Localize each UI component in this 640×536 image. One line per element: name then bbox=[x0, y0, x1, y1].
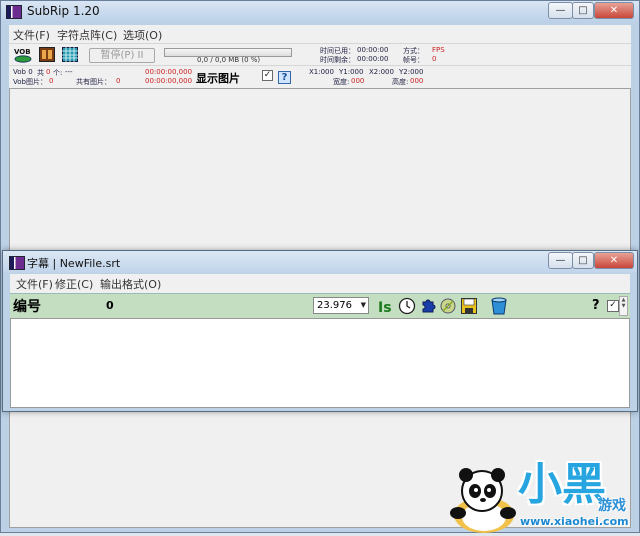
height-label: 高度: bbox=[392, 78, 409, 86]
subtitle-maximize-button[interactable]: □ bbox=[572, 252, 594, 269]
main-window-title: SubRip 1.20 bbox=[27, 4, 100, 18]
subtitle-window: 字幕 | NewFile.srt — □ ✕ 文件(F) 修正(C) 输出格式(… bbox=[2, 250, 638, 412]
time-left-value: 00:00:00 bbox=[357, 55, 389, 63]
menu-file[interactable]: 文件(F) bbox=[13, 27, 50, 43]
fps-select[interactable]: 23.976 ▼ bbox=[313, 297, 369, 314]
save-icon[interactable] bbox=[461, 298, 477, 314]
menu-charmatrix[interactable]: 字符点阵(C) bbox=[57, 27, 117, 43]
time-left-label: 时间剩余： bbox=[320, 56, 355, 64]
height-value: 000 bbox=[410, 77, 424, 85]
main-toolbar: VOB 暂停(P) II 0,0 / 0,0 MB (0 %) 时间已用： 00… bbox=[9, 43, 631, 66]
help-button[interactable]: ? bbox=[278, 71, 291, 84]
puzzle-icon[interactable] bbox=[420, 297, 436, 314]
subtitle-help-button[interactable]: ? bbox=[592, 298, 600, 313]
sub-menu-fix[interactable]: 修正(C) bbox=[55, 276, 93, 292]
logo-text: 小黑 bbox=[518, 459, 606, 510]
clock-icon[interactable] bbox=[398, 297, 416, 315]
svg-text:Is: Is bbox=[378, 300, 392, 315]
time-shift-icon[interactable]: Is bbox=[378, 297, 392, 316]
y2-value: Y2:000 bbox=[399, 68, 424, 76]
film-icon[interactable] bbox=[39, 47, 55, 62]
subtitle-spin-control[interactable]: ▲ ▼ bbox=[619, 296, 628, 316]
app-icon bbox=[6, 5, 22, 19]
subtitle-menubar: 文件(F) 修正(C) 输出格式(O) bbox=[10, 274, 630, 293]
fps-value: 23.976 bbox=[317, 300, 352, 311]
count-label: 个: bbox=[53, 69, 63, 77]
time-start: 00:00:00,000 bbox=[145, 68, 193, 76]
logo-game-text: 游戏 bbox=[598, 498, 626, 514]
show-picture-label: 显示图片 bbox=[196, 72, 240, 85]
logo-url: www.xiaohei.com bbox=[520, 515, 629, 528]
subtitle-minimize-button[interactable]: — bbox=[548, 252, 573, 269]
main-menubar: 文件(F) 字符点阵(C) 选项(O) bbox=[9, 25, 631, 43]
total-value: 0 bbox=[46, 68, 51, 76]
subtitle-close-button[interactable]: ✕ bbox=[594, 252, 634, 269]
chevron-down-icon: ▼ bbox=[360, 301, 366, 309]
minimize-button[interactable]: — bbox=[548, 2, 573, 19]
vob-label: Vob 0 bbox=[13, 68, 33, 76]
subtitle-text-area[interactable] bbox=[10, 318, 630, 408]
frame-label: 帧号： bbox=[403, 56, 424, 64]
number-label: 编号 bbox=[13, 299, 41, 315]
subtitle-toolbar: 编号 0 23.976 ▼ Is ? ✓ ▲ ▼ bbox=[10, 293, 630, 319]
recycle-bin-icon[interactable] bbox=[490, 297, 508, 315]
subtitle-checkbox[interactable]: ✓ bbox=[607, 300, 619, 312]
total-pic-label: 共有图片： bbox=[76, 78, 111, 86]
subtitle-titlebar[interactable]: 字幕 | NewFile.srt — □ ✕ bbox=[3, 251, 637, 273]
subtitle-window-title: 字幕 | NewFile.srt bbox=[27, 257, 121, 270]
panda-mascot-icon bbox=[444, 465, 524, 533]
maximize-button[interactable]: □ bbox=[572, 2, 594, 19]
width-value: 000 bbox=[351, 77, 365, 85]
y1-value: Y1:000 bbox=[339, 68, 364, 76]
pause-button[interactable]: 暂停(P) II bbox=[89, 48, 155, 63]
x1-value: X1:000 bbox=[309, 68, 334, 76]
main-titlebar[interactable]: SubRip 1.20 — □ ✕ bbox=[1, 1, 639, 22]
sub-menu-output-format[interactable]: 输出格式(O) bbox=[100, 276, 161, 292]
vob-pic-label: Vob图片： bbox=[13, 78, 47, 86]
sub-menu-file[interactable]: 文件(F) bbox=[16, 276, 53, 292]
close-button[interactable]: ✕ bbox=[594, 2, 634, 19]
vob-pic-value: 0 bbox=[49, 77, 54, 85]
number-value: 0 bbox=[106, 299, 114, 312]
width-label: 宽度: bbox=[333, 78, 350, 86]
count-value: --- bbox=[65, 68, 73, 76]
disc-icon[interactable] bbox=[440, 298, 456, 314]
char-matrix-icon[interactable] bbox=[62, 47, 78, 62]
menu-options[interactable]: 选项(O) bbox=[123, 27, 162, 43]
mode-value: FPS bbox=[432, 46, 445, 54]
vob-open-icon[interactable]: VOB bbox=[14, 46, 32, 63]
time-end: 00:00:00,000 bbox=[145, 77, 193, 85]
x2-value: X2:000 bbox=[369, 68, 394, 76]
subtitle-app-icon bbox=[9, 256, 25, 270]
info-bar: Vob 0 共 0 个: --- Vob图片： 0 共有图片： 0 00:00:… bbox=[9, 65, 631, 88]
show-picture-checkbox[interactable]: ✓ bbox=[262, 70, 273, 81]
svg-text:VOB: VOB bbox=[14, 48, 31, 56]
progress-text: 0,0 / 0,0 MB (0 %) bbox=[197, 56, 261, 64]
total-pic-value: 0 bbox=[116, 77, 121, 85]
frame-value: 0 bbox=[432, 55, 437, 63]
time-used-value: 00:00:00 bbox=[357, 46, 389, 54]
